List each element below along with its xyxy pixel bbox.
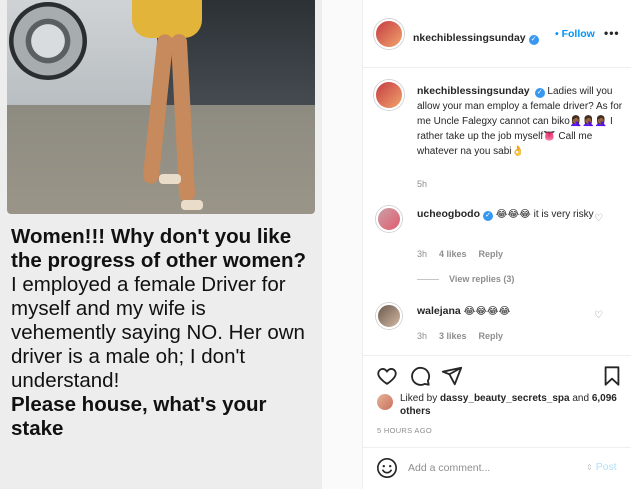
verified-badge-icon: ✓ bbox=[483, 211, 493, 221]
comment-meta: 3h 3 likes Reply bbox=[417, 331, 515, 341]
caption-username[interactable]: nkechiblessingsunday bbox=[417, 85, 530, 97]
car-wheel bbox=[9, 2, 87, 80]
caption-author-avatar[interactable] bbox=[374, 80, 404, 110]
liker-username[interactable]: dassy_beauty_secrets_spa bbox=[440, 393, 570, 404]
post-date[interactable]: 5 HOURS AGO bbox=[377, 426, 432, 435]
comment-meta: 3h 4 likes Reply bbox=[417, 249, 515, 259]
comment-time[interactable]: 3h bbox=[417, 331, 427, 341]
yellow-dress bbox=[132, 0, 202, 38]
comment-likes[interactable]: 3 likes bbox=[439, 331, 467, 341]
verified-badge-icon: ✓ bbox=[528, 35, 539, 45]
follow-label[interactable]: Follow bbox=[562, 28, 595, 40]
view-replies-label[interactable]: View replies (3) bbox=[449, 274, 514, 284]
comment-likes[interactable]: 4 likes bbox=[439, 249, 467, 259]
likes-prefix: Liked by bbox=[400, 393, 441, 404]
verified-badge-icon: ✓ bbox=[534, 88, 545, 98]
comment-text: 😂😂😂😂 bbox=[463, 306, 511, 317]
replies-divider bbox=[417, 279, 439, 281]
caption-body: I employed a female Driver for myself an… bbox=[11, 273, 305, 392]
comment-like-heart-icon[interactable]: ♡ bbox=[594, 310, 603, 321]
image-caption: Women!!! Why don't you like the progress… bbox=[11, 225, 311, 441]
comment-text: 😂😂😂 it is very risky bbox=[495, 209, 594, 220]
caption-question: Please house, what's your stake bbox=[11, 393, 267, 440]
comment-input[interactable] bbox=[408, 458, 573, 478]
shoe-right bbox=[181, 200, 203, 210]
reply-button[interactable]: Reply bbox=[479, 249, 504, 259]
bookmark-icon[interactable] bbox=[601, 365, 623, 387]
comment-icon[interactable] bbox=[409, 365, 431, 387]
author-avatar[interactable] bbox=[374, 19, 404, 49]
reply-button[interactable]: Reply bbox=[479, 331, 504, 341]
post-sidebar: nkechiblessingsunday ✓ • Follow ••• nkech… bbox=[362, 0, 631, 489]
resize-arrows-icon: ⇕ bbox=[586, 463, 593, 472]
author-username[interactable]: nkechiblessingsunday bbox=[413, 32, 526, 44]
heart-icon[interactable] bbox=[376, 365, 398, 387]
comment-time[interactable]: 3h bbox=[417, 249, 427, 259]
paper-plane-icon[interactable] bbox=[441, 365, 463, 387]
likes-middle: and bbox=[569, 393, 592, 404]
likes-summary: Liked by dassy_beauty_secrets_spa and 6,… bbox=[400, 392, 625, 418]
comment-username[interactable]: walejana bbox=[417, 305, 461, 317]
more-options-icon[interactable]: ••• bbox=[604, 26, 620, 40]
comment-item: ucheogbodo ✓ 😂😂😂 it is very risky bbox=[417, 207, 597, 222]
commenter-avatar[interactable] bbox=[376, 303, 402, 329]
post-image-card: Women!!! Why don't you like the progress… bbox=[0, 0, 322, 489]
post-button-label[interactable]: Post bbox=[596, 461, 617, 473]
commenter-avatar[interactable] bbox=[376, 206, 402, 232]
add-comment-bar: ⇕Post bbox=[363, 447, 631, 489]
post-media[interactable]: Women!!! Why don't you like the progress… bbox=[0, 0, 362, 489]
post-actions: Liked by dassy_beauty_secrets_spa and 6,… bbox=[363, 355, 631, 437]
author-name[interactable]: nkechiblessingsunday ✓ bbox=[413, 28, 539, 46]
post-button[interactable]: ⇕ Post bbox=[586, 461, 617, 473]
comment-like-heart-icon[interactable]: ♡ bbox=[594, 213, 603, 224]
post-caption: nkechiblessingsunday ✓ Ladies will you al… bbox=[417, 84, 625, 159]
comment-username[interactable]: ucheogbodo bbox=[417, 208, 480, 220]
comment-item: walejana 😂😂😂😂 bbox=[417, 304, 597, 319]
view-replies-button[interactable]: View replies (3) bbox=[417, 274, 514, 284]
shoe-left bbox=[159, 174, 181, 184]
follow-button[interactable]: • Follow bbox=[555, 28, 595, 40]
post-header: nkechiblessingsunday ✓ • Follow ••• bbox=[363, 0, 631, 68]
smiley-icon[interactable] bbox=[376, 457, 398, 479]
caption-headline: Women!!! Why don't you like the progress… bbox=[11, 225, 306, 272]
caption-time[interactable]: 5h bbox=[417, 179, 427, 189]
post-photo bbox=[7, 0, 315, 214]
liker-avatar[interactable] bbox=[377, 394, 393, 410]
